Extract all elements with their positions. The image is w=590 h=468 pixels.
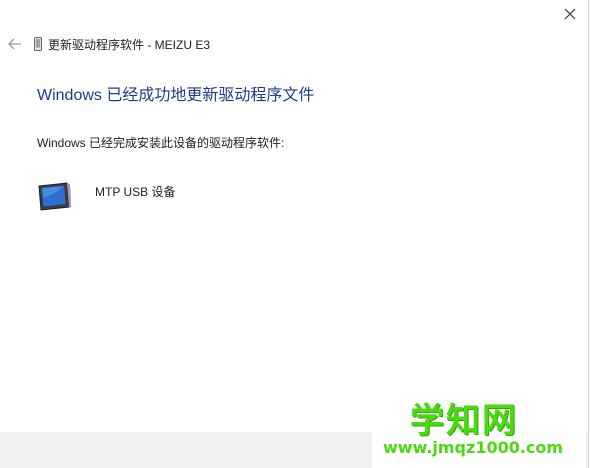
close-icon	[564, 8, 576, 20]
device-name: MTP USB 设备	[95, 185, 176, 199]
watermark-logo-text: 学知网	[410, 401, 518, 441]
tablet-device-icon	[38, 182, 71, 211]
title-bar: 更新驱动程序软件 - MEIZU E3	[0, 28, 588, 60]
back-arrow-icon	[8, 38, 21, 50]
watermark-url: www.jmqz1000.com	[383, 438, 564, 457]
phone-device-icon	[34, 37, 42, 51]
install-complete-text: Windows 已经完成安装此设备的驱动程序软件:	[37, 136, 285, 150]
installed-device-item: MTP USB 设备	[37, 180, 175, 212]
window-title: 更新驱动程序软件 - MEIZU E3	[48, 37, 211, 52]
close-button[interactable]	[552, 0, 588, 28]
success-heading: Windows 已经成功地更新驱动程序文件	[37, 87, 315, 104]
back-button[interactable]	[0, 30, 30, 58]
